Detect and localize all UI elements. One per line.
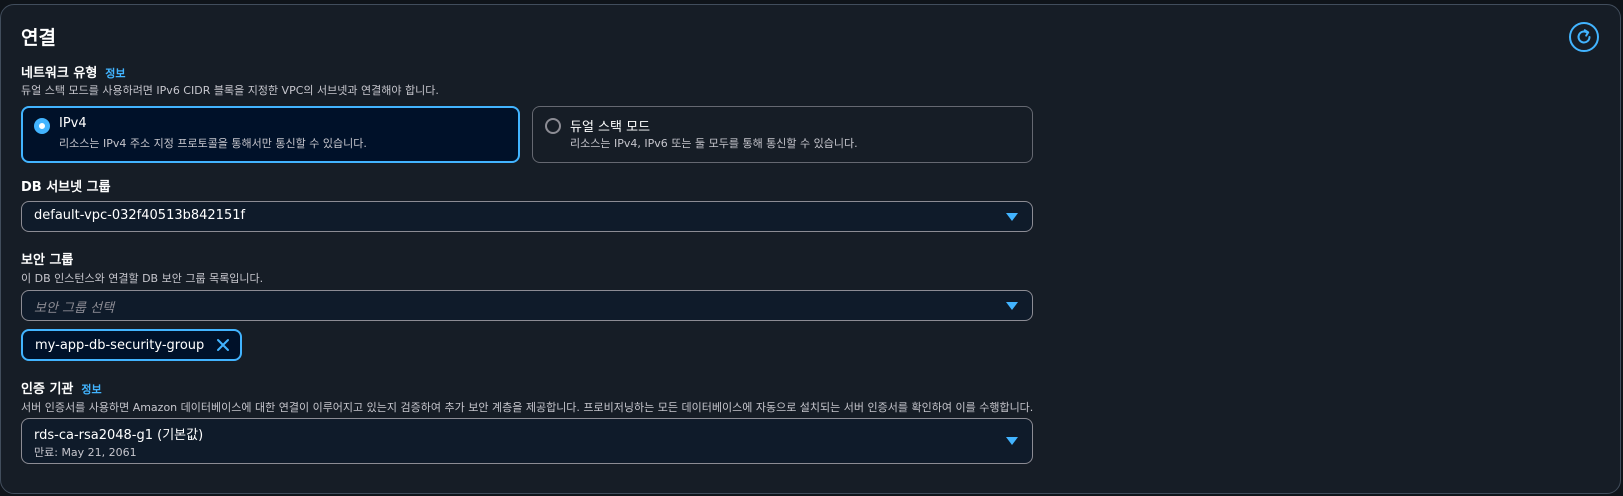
radio-tile-ipv4-title: IPv4 xyxy=(59,116,87,131)
ca-label: 인증 기관 정보 xyxy=(21,378,102,397)
security-group-placeholder: 보안 그룹 선택 xyxy=(34,301,115,316)
ca-value: rds-ca-rsa2048-g1 (기본값) xyxy=(34,428,204,443)
caret-down-icon xyxy=(1006,213,1018,221)
network-type-label-text: 네트워크 유형 xyxy=(21,66,98,81)
security-group-select[interactable]: 보안 그룹 선택 xyxy=(21,290,1033,321)
ca-description: 서버 인증서를 사용하면 Amazon 데이터베이스에 대한 연결이 이루어지고… xyxy=(21,401,1034,414)
refresh-button[interactable] xyxy=(1569,22,1599,52)
security-group-label: 보안 그룹 xyxy=(21,253,74,268)
connectivity-panel: 연결 네트워크 유형 정보 듀얼 스택 모드를 사용하려면 IPv6 CIDR 블… xyxy=(0,4,1621,494)
token-dismiss-button[interactable] xyxy=(216,338,230,352)
ca-expiry: 만료: May 21, 2061 xyxy=(34,446,137,459)
ca-label-text: 인증 기관 xyxy=(21,382,74,397)
section-title: 연결 xyxy=(21,27,56,49)
ca-info-link[interactable]: 정보 xyxy=(81,383,101,396)
network-type-label: 네트워크 유형 정보 xyxy=(21,62,126,81)
security-group-token-label: my-app-db-security-group xyxy=(35,337,205,353)
caret-down-icon xyxy=(1006,437,1018,445)
network-type-description: 듀얼 스택 모드를 사용하려면 IPv6 CIDR 블록을 지정한 VPC의 서… xyxy=(21,84,439,97)
caret-down-icon xyxy=(1006,302,1018,310)
network-type-info-link[interactable]: 정보 xyxy=(105,67,125,80)
radio-dual-stack[interactable] xyxy=(545,118,561,134)
security-group-token: my-app-db-security-group xyxy=(21,329,243,361)
radio-tile-ipv4-description: 리소스는 IPv4 주소 지정 프로토콜을 통해서만 통신할 수 있습니다. xyxy=(59,137,367,150)
refresh-icon xyxy=(1577,29,1591,44)
radio-ipv4[interactable] xyxy=(34,118,50,134)
security-group-description: 이 DB 인스턴스와 연결할 DB 보안 그룹 목록입니다. xyxy=(21,272,264,285)
subnet-group-select[interactable]: default-vpc-032f40513b842151f xyxy=(21,201,1033,232)
radio-tile-dual-stack[interactable]: 듀얼 스택 모드 리소스는 IPv4, IPv6 또는 둘 모두를 통해 통신할… xyxy=(532,106,1033,163)
radio-tile-ipv4[interactable]: IPv4 리소스는 IPv4 주소 지정 프로토콜을 통해서만 통신할 수 있습… xyxy=(21,106,520,163)
close-icon xyxy=(217,339,230,351)
radio-tile-dual-stack-title: 듀얼 스택 모드 xyxy=(570,120,651,135)
subnet-group-value: default-vpc-032f40513b842151f xyxy=(34,208,246,223)
ca-select[interactable]: rds-ca-rsa2048-g1 (기본값) 만료: May 21, 2061 xyxy=(21,418,1033,464)
radio-tile-dual-stack-description: 리소스는 IPv4, IPv6 또는 둘 모두를 통해 통신할 수 있습니다. xyxy=(570,137,858,150)
subnet-group-label: DB 서브넷 그룹 xyxy=(21,180,111,195)
